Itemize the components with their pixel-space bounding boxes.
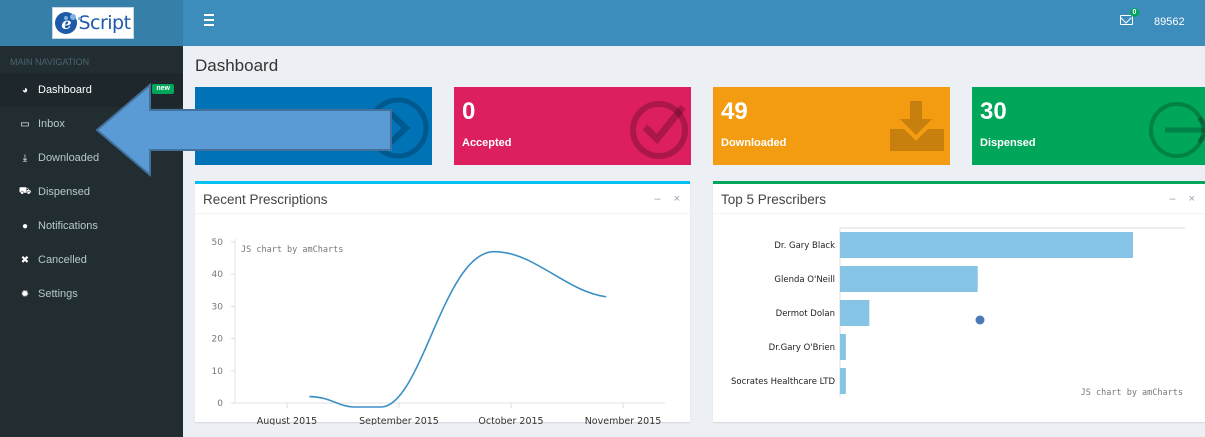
recent-prescriptions-chart: 0 10 20 30 40 50 August 2015 September 2015 Octo… — [212, 238, 665, 425]
sidebar-item-dispensed[interactable]: ⛟ Dispensed — [0, 175, 183, 209]
panel-header: Recent Prescriptions – × — [195, 184, 690, 214]
escript-logo[interactable]: e Script — [52, 7, 134, 39]
amcharts-credit: JS chart by amCharts — [241, 245, 343, 255]
info-box-label: Dispensed — [980, 137, 1036, 149]
category-label: Glenda O'Neill — [774, 275, 835, 285]
x-tick-label: November 2015 — [585, 416, 662, 425]
sidebar-item-label: Notifications — [38, 220, 98, 232]
info-box-value: 0 — [462, 98, 476, 125]
dashboard-icon: ◕ — [21, 84, 29, 96]
minimize-icon[interactable]: – — [654, 193, 660, 205]
y-tick-label: 10 — [212, 367, 224, 377]
category-label: Dermot Dolan — [776, 309, 835, 319]
info-box-dispensed[interactable]: 30 Dispensed — [972, 87, 1205, 165]
info-box-value: 49 — [721, 98, 748, 125]
data-line — [309, 250, 607, 408]
category-label: Dr. Gary Black — [774, 241, 835, 251]
info-box-downloaded[interactable]: 49 Downloaded — [713, 87, 950, 165]
cart-icon: ⛟ — [18, 185, 32, 197]
sidebar-item-settings[interactable]: ✹ Settings — [0, 277, 183, 311]
mail-icon[interactable] — [1120, 15, 1133, 25]
category-label: Socrates Healthcare LTD — [731, 377, 835, 387]
info-box-value: 30 — [980, 98, 1007, 125]
info-box-label: Accepted — [462, 137, 512, 149]
top-navbar: 0 89562 — [183, 0, 1205, 46]
minimize-icon[interactable]: – — [1169, 193, 1175, 205]
logo-word: Script — [78, 12, 131, 34]
amcharts-credit: JS chart by amCharts — [1081, 388, 1183, 398]
info-box-label: Downloaded — [721, 137, 787, 149]
sidebar-item-cancelled[interactable]: ✖ Cancelled — [0, 243, 183, 277]
sign-out-icon — [1149, 102, 1205, 158]
download-tray-icon — [890, 101, 944, 151]
sidebar-item-notifications[interactable]: ● Notifications — [0, 209, 183, 243]
top-prescribers-panel: Top 5 Prescribers – × Dr. Gary Black Glen… — [713, 181, 1205, 422]
gear-icon: ✹ — [20, 288, 30, 300]
sidebar-item-label: Inbox — [38, 118, 65, 130]
bar — [840, 232, 1133, 258]
y-tick-label: 0 — [217, 399, 223, 409]
y-tick-label: 50 — [212, 238, 224, 248]
times-icon: ✖ — [20, 254, 30, 266]
comment-icon: ● — [21, 220, 29, 232]
sidebar-item-label: Settings — [38, 288, 78, 300]
cursor-icon — [975, 315, 985, 325]
user-menu[interactable]: 89562 — [1154, 16, 1185, 28]
info-box-accepted[interactable]: 0 Accepted — [454, 87, 691, 165]
page-title: Dashboard — [195, 56, 279, 75]
category-label: Dr.Gary O'Brien — [769, 343, 835, 353]
bar — [840, 368, 846, 394]
panel-tools: – × — [1159, 193, 1195, 205]
bar — [840, 300, 870, 326]
panel-header: Top 5 Prescribers – × — [713, 184, 1205, 214]
sidebar-item-label: Dashboard — [38, 84, 92, 96]
y-tick-label: 20 — [212, 335, 224, 345]
panel-title: Recent Prescriptions — [203, 192, 328, 207]
x-tick-label: September 2015 — [359, 416, 439, 425]
logo-dots-icon — [64, 7, 83, 25]
sidebar-item-label: Cancelled — [38, 254, 87, 266]
annotation-arrow — [95, 83, 392, 177]
sidebar-toggle-icon[interactable] — [204, 14, 218, 29]
y-tick-label: 40 — [212, 270, 224, 280]
x-tick-label: October 2015 — [478, 416, 543, 425]
close-icon[interactable]: × — [1189, 193, 1195, 205]
mail-count-badge: 0 — [1130, 8, 1139, 17]
inbox-icon: ▭ — [20, 118, 30, 130]
sidebar-item-label: Dispensed — [38, 186, 90, 198]
recent-prescriptions-panel: Recent Prescriptions – × 0 10 20 30 40 50 Augu… — [195, 181, 690, 425]
top-prescribers-chart: Dr. Gary Black Glenda O'Neill Dermot Dolan… — [731, 227, 1185, 398]
check-circle-icon — [630, 101, 688, 159]
sidebar-item-label: Downloaded — [38, 152, 100, 164]
close-icon[interactable]: × — [674, 193, 680, 205]
bar — [840, 266, 978, 292]
y-tick-label: 30 — [212, 302, 224, 312]
download-icon: ⤓ — [22, 152, 28, 164]
panel-title: Top 5 Prescribers — [721, 192, 827, 207]
nav-header: MAIN NAVIGATION — [10, 57, 90, 67]
logo-area[interactable]: e Script — [0, 0, 183, 46]
x-tick-label: August 2015 — [257, 416, 317, 425]
bar — [840, 334, 846, 360]
panel-tools: – × — [644, 193, 680, 205]
